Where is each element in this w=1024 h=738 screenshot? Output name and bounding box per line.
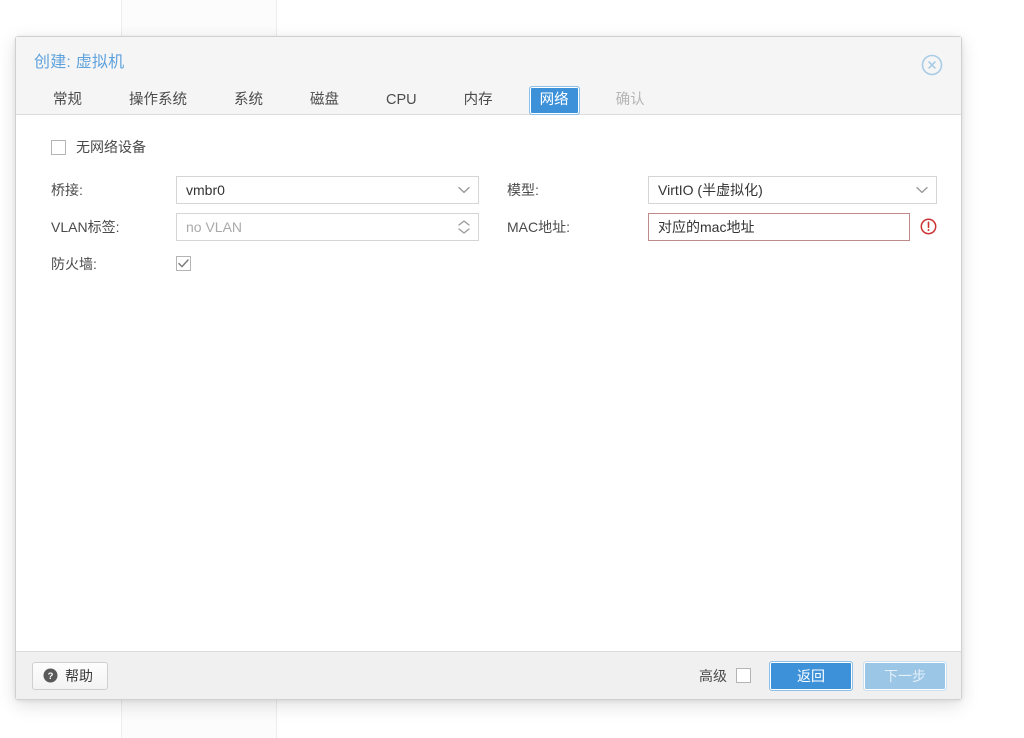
dialog-header: 创建: 虚拟机 常规 操作系统 系统 磁盘 CPU 内存 网络 确认: [16, 37, 961, 115]
model-select[interactable]: VirtIO (半虚拟化): [648, 175, 937, 204]
chevron-down-icon[interactable]: [916, 177, 928, 203]
no-network-device-row: 无网络设备: [51, 137, 937, 157]
tab-system[interactable]: 系统: [223, 86, 274, 115]
vlan-tag-input[interactable]: no VLAN: [176, 212, 479, 241]
no-network-device-label: 无网络设备: [76, 139, 146, 155]
mac-address-label: MAC地址:: [507, 218, 570, 235]
back-button[interactable]: 返回: [769, 660, 853, 691]
help-button[interactable]: ? 帮助: [32, 661, 108, 690]
form-columns: 桥接: vmbr0 VLAN标签: no VLAN 防火墙: 模型: VirtI…: [40, 171, 937, 282]
footer-actions: 高级 返回 下一步: [699, 660, 947, 691]
create-vm-dialog: 创建: 虚拟机 常规 操作系统 系统 磁盘 CPU 内存 网络 确认 无网络设备: [15, 36, 962, 700]
svg-text:?: ?: [48, 671, 54, 682]
dialog-tabbar: 常规 操作系统 系统 磁盘 CPU 内存 网络 确认: [16, 73, 961, 115]
mac-address-input[interactable]: 对应的mac地址: [648, 212, 910, 241]
question-mark-icon: ?: [43, 668, 58, 683]
tab-cpu[interactable]: CPU: [375, 86, 428, 115]
spinner-updown-icon[interactable]: [458, 214, 470, 240]
tab-os[interactable]: 操作系统: [118, 86, 198, 115]
tab-network[interactable]: 网络: [528, 86, 580, 115]
next-button: 下一步: [863, 660, 947, 691]
help-button-label: 帮助: [65, 667, 93, 684]
vlan-tag-placeholder: no VLAN: [186, 218, 243, 235]
advanced-checkbox[interactable]: [736, 668, 751, 683]
close-icon[interactable]: [920, 53, 944, 77]
mac-address-value: 对应的mac地址: [658, 218, 755, 235]
dialog-title: 创建: 虚拟机: [34, 54, 125, 71]
model-value: VirtIO (半虚拟化): [658, 181, 763, 198]
model-label: 模型:: [507, 181, 539, 198]
tab-memory[interactable]: 内存: [453, 86, 504, 115]
model-row: 模型: VirtIO (半虚拟化): [507, 171, 937, 208]
dialog-body: 无网络设备 桥接: vmbr0 VLAN标签: no VLAN 防火墙: 模型:…: [16, 115, 961, 651]
firewall-checkbox[interactable]: [176, 256, 191, 271]
no-network-device-checkbox[interactable]: [51, 139, 66, 155]
chevron-down-icon[interactable]: [458, 177, 470, 203]
tab-general[interactable]: 常规: [42, 86, 93, 115]
firewall-row: 防火墙:: [40, 245, 502, 282]
firewall-label: 防火墙:: [51, 255, 97, 272]
dialog-footer: ? 帮助 高级 返回 下一步: [16, 651, 961, 699]
bridge-row: 桥接: vmbr0: [40, 171, 502, 208]
bridge-value: vmbr0: [186, 181, 225, 198]
mac-address-row: MAC地址: 对应的mac地址: [507, 208, 937, 245]
bridge-label: 桥接:: [51, 181, 83, 198]
tab-confirm: 确认: [615, 92, 645, 108]
advanced-label: 高级: [699, 667, 727, 684]
form-column-right: 模型: VirtIO (半虚拟化) MAC地址: 对应的mac地址: [507, 171, 937, 282]
tab-disks[interactable]: 磁盘: [299, 86, 350, 115]
form-column-left: 桥接: vmbr0 VLAN标签: no VLAN 防火墙:: [40, 171, 502, 282]
vlan-tag-label: VLAN标签:: [51, 218, 120, 235]
bridge-select[interactable]: vmbr0: [176, 175, 479, 204]
vlan-tag-row: VLAN标签: no VLAN: [40, 208, 502, 245]
error-exclamation-icon: [920, 218, 937, 235]
